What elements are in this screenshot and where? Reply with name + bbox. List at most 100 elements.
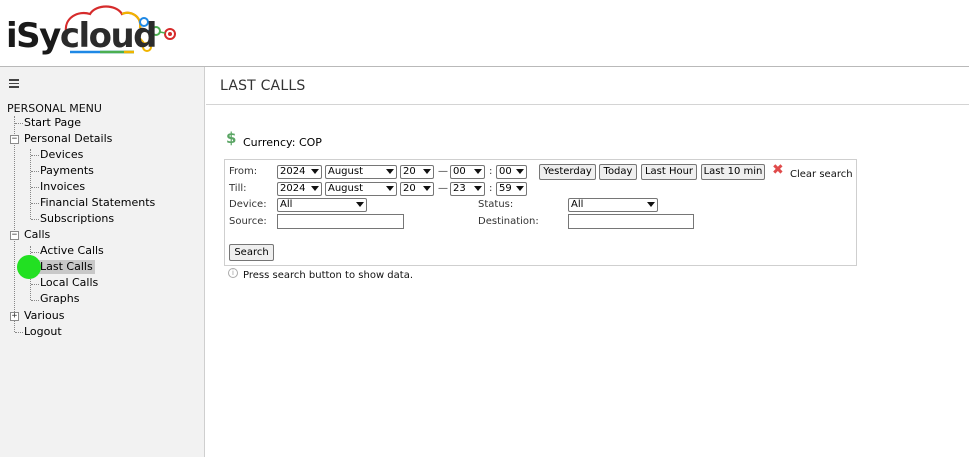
logo-text-isy: iSy (6, 16, 61, 56)
sidebar-item-payments[interactable]: Payments (40, 164, 94, 178)
from-year-value: 2024 (280, 166, 306, 177)
till-month-select[interactable]: August (325, 182, 397, 196)
header: iSycloud (0, 0, 969, 66)
status-select[interactable]: All (568, 198, 658, 212)
tree-line (14, 116, 15, 332)
till-day-value: 20 (403, 183, 416, 194)
sidebar-item-invoices[interactable]: Invoices (40, 180, 85, 194)
isy-cloud-logo[interactable]: iSycloud (4, 2, 179, 62)
chevron-down-icon (474, 186, 482, 191)
till-year-select[interactable]: 2024 (277, 182, 322, 196)
mouse-cursor-indicator (17, 255, 41, 279)
sidebar-item-last-calls[interactable]: Last Calls (38, 260, 95, 274)
from-minute-select[interactable]: 00 (496, 165, 527, 179)
tree-line (31, 252, 39, 253)
tree-line (31, 284, 39, 285)
tree-line (31, 171, 39, 172)
from-minute-value: 00 (499, 166, 512, 177)
till-year-value: 2024 (280, 183, 306, 194)
till-label: Till: (229, 183, 247, 194)
tree-line (15, 332, 23, 333)
status-value: All (571, 199, 584, 210)
sidebar-item-financial-statements[interactable]: Financial Statements (40, 196, 155, 210)
chevron-down-icon (516, 169, 524, 174)
tree-line (31, 155, 39, 156)
logo-text: iSycloud (6, 16, 158, 56)
chevron-down-icon (474, 169, 482, 174)
status-label: Status: (478, 199, 514, 210)
sidebar-item-devices[interactable]: Devices (40, 148, 83, 162)
chevron-down-icon (423, 169, 431, 174)
search-form: From: 2024 August 20 — 00 : 00 Yesterday… (224, 159, 857, 266)
main-content: LAST CALLS $ Currency: COP From: 2024 Au… (206, 67, 969, 457)
from-day-value: 20 (403, 166, 416, 177)
sidebar-item-logout[interactable]: Logout (24, 325, 62, 339)
till-minute-value: 59 (499, 183, 512, 194)
collapse-personal-details-icon[interactable]: − (10, 135, 19, 144)
dollar-icon: $ (226, 129, 237, 147)
tree-line (31, 187, 39, 188)
currency-label: Currency: COP (243, 136, 322, 149)
from-day-select[interactable]: 20 (400, 165, 434, 179)
hamburger-menu-icon[interactable] (9, 79, 19, 88)
chevron-down-icon (311, 186, 319, 191)
from-colon: : (489, 166, 493, 177)
sidebar-item-calls[interactable]: Calls (24, 228, 50, 242)
chevron-down-icon (311, 169, 319, 174)
page-title: LAST CALLS (220, 78, 306, 94)
tree-line (31, 300, 39, 301)
source-label: Source: (229, 216, 267, 227)
from-hour-select[interactable]: 00 (450, 165, 485, 179)
title-divider (206, 104, 969, 105)
tree-line (31, 219, 39, 220)
info-message: Press search button to show data. (243, 270, 413, 281)
destination-input[interactable] (568, 214, 694, 229)
tree-line (31, 203, 39, 204)
sidebar-item-subscriptions[interactable]: Subscriptions (40, 212, 114, 226)
logo-text-cloud: cloud (59, 16, 158, 56)
tree-line (30, 149, 31, 219)
chevron-down-icon (516, 186, 524, 191)
last-hour-button[interactable]: Last Hour (641, 164, 697, 180)
till-month-value: August (328, 183, 363, 194)
from-month-value: August (328, 166, 363, 177)
expand-various-icon[interactable]: + (10, 312, 19, 321)
till-day-select[interactable]: 20 (400, 182, 434, 196)
clear-search-link[interactable]: Clear search (790, 169, 853, 180)
from-hour-value: 00 (453, 166, 466, 177)
info-icon: i (228, 268, 238, 278)
sidebar-item-various[interactable]: Various (24, 309, 64, 323)
destination-label: Destination: (478, 216, 539, 227)
chevron-down-icon (356, 202, 364, 207)
device-label: Device: (229, 199, 267, 210)
yesterday-button[interactable]: Yesterday (539, 164, 596, 180)
sidebar-item-personal-details[interactable]: Personal Details (24, 132, 112, 146)
from-year-select[interactable]: 2024 (277, 165, 322, 179)
from-dash: — (438, 166, 448, 177)
sidebar-item-local-calls[interactable]: Local Calls (40, 276, 98, 290)
till-hour-value: 23 (453, 183, 466, 194)
device-value: All (280, 199, 293, 210)
sidebar-item-start-page[interactable]: Start Page (24, 116, 81, 130)
device-select[interactable]: All (277, 198, 367, 212)
from-month-select[interactable]: August (325, 165, 397, 179)
personal-menu-title: PERSONAL MENU (7, 102, 102, 115)
last-10-min-button[interactable]: Last 10 min (701, 164, 765, 180)
today-button[interactable]: Today (599, 164, 637, 180)
till-hour-select[interactable]: 23 (450, 182, 485, 196)
till-colon: : (489, 183, 493, 194)
from-label: From: (229, 166, 258, 177)
chevron-down-icon (386, 169, 394, 174)
search-button[interactable]: Search (229, 244, 274, 261)
collapse-calls-icon[interactable]: − (10, 231, 19, 240)
chevron-down-icon (423, 186, 431, 191)
chevron-down-icon (647, 202, 655, 207)
chevron-down-icon (386, 186, 394, 191)
clear-search-icon[interactable]: ✖ (772, 162, 784, 178)
tree-line (15, 123, 23, 124)
till-minute-select[interactable]: 59 (496, 182, 527, 196)
till-dash: — (438, 183, 448, 194)
sidebar-item-graphs[interactable]: Graphs (40, 292, 79, 306)
source-input[interactable] (277, 214, 404, 229)
sidebar-item-active-calls[interactable]: Active Calls (40, 244, 104, 258)
